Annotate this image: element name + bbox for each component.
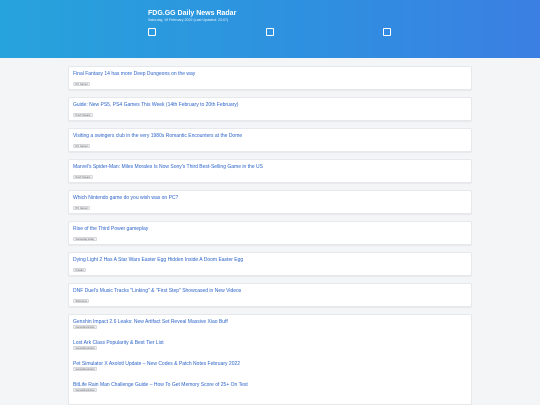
last-updated-text: Saturday, 19 February 2022 (Last Updated… — [148, 18, 229, 22]
source-badge: Siliconera — [73, 299, 90, 303]
grouped-news-item[interactable]: Pet Simulator X Axolotl Update – New Cod… — [69, 357, 473, 379]
news-card[interactable]: DNF Duel's Music Tracks "Linking" & "Fir… — [68, 283, 472, 307]
source-badge: PC Gamer — [73, 82, 91, 86]
source-badge: Gameplay.today — [73, 237, 97, 241]
news-card[interactable]: Which Nintendo game do you wish was on P… — [68, 190, 472, 214]
source-badge: Push Square — [73, 175, 93, 179]
source-badge: Kotaku — [73, 268, 87, 272]
news-card[interactable]: Rise of the Third Power gameplay Gamepla… — [68, 221, 472, 245]
page-title: FDG.GG Daily News Radar — [148, 10, 237, 17]
grouped-news-item[interactable]: BitLife Rain Man Challenge Guide – How T… — [69, 378, 473, 400]
article-title-link[interactable]: Marvel's Spider-Man: Miles Morales Is No… — [73, 164, 263, 170]
article-title-link[interactable]: Dying Light 2 Has A Star Wars Easter Egg… — [73, 257, 243, 263]
article-title-link[interactable]: BitLife Rain Man Challenge Guide – How T… — [73, 382, 248, 388]
filter-checkbox-1[interactable] — [148, 28, 156, 36]
grouped-news-item[interactable]: Genshin Impact 2.6 Leaks: New Artifact S… — [69, 315, 473, 337]
article-title-link[interactable]: Pet Simulator X Axolotl Update – New Cod… — [73, 361, 240, 367]
source-badge: GameRevolution — [73, 325, 98, 329]
filter-checkbox-3[interactable] — [383, 28, 391, 36]
grouped-news-item[interactable]: Lost Ark Class Popularity & Best Tier Li… — [69, 336, 473, 358]
article-title-link[interactable]: DNF Duel's Music Tracks "Linking" & "Fir… — [73, 288, 241, 294]
article-title-link[interactable]: Visiting a swingers club in the very 198… — [73, 133, 242, 139]
news-card[interactable]: Final Fantasy 14 has more Deep Dungeons … — [68, 66, 472, 90]
filter-checkbox-2[interactable] — [266, 28, 274, 36]
article-title-link[interactable]: Which Nintendo game do you wish was on P… — [73, 195, 178, 201]
article-title-link[interactable]: Guide: New PS5, PS4 Games This Week (14t… — [73, 102, 238, 108]
header-banner: FDG.GG Daily News Radar Saturday, 19 Feb… — [0, 0, 540, 58]
source-badge: GameRevolution — [73, 346, 98, 350]
news-card[interactable]: Guide: New PS5, PS4 Games This Week (14t… — [68, 97, 472, 121]
article-title-link[interactable]: Final Fantasy 14 has more Deep Dungeons … — [73, 71, 195, 77]
source-badge: Push Square — [73, 113, 93, 117]
source-badge: GameRevolution — [73, 367, 98, 371]
grouped-news-card: Genshin Impact 2.6 Leaks: New Artifact S… — [68, 314, 472, 405]
news-card[interactable]: Marvel's Spider-Man: Miles Morales Is No… — [68, 159, 472, 183]
source-badge: GameRevolution — [73, 388, 98, 392]
news-card[interactable]: Dying Light 2 Has A Star Wars Easter Egg… — [68, 252, 472, 276]
source-badge: PC Gamer — [73, 206, 91, 210]
news-card[interactable]: Visiting a swingers club in the very 198… — [68, 128, 472, 152]
source-badge: PC Gamer — [73, 144, 91, 148]
article-title-link[interactable]: Rise of the Third Power gameplay — [73, 226, 148, 232]
